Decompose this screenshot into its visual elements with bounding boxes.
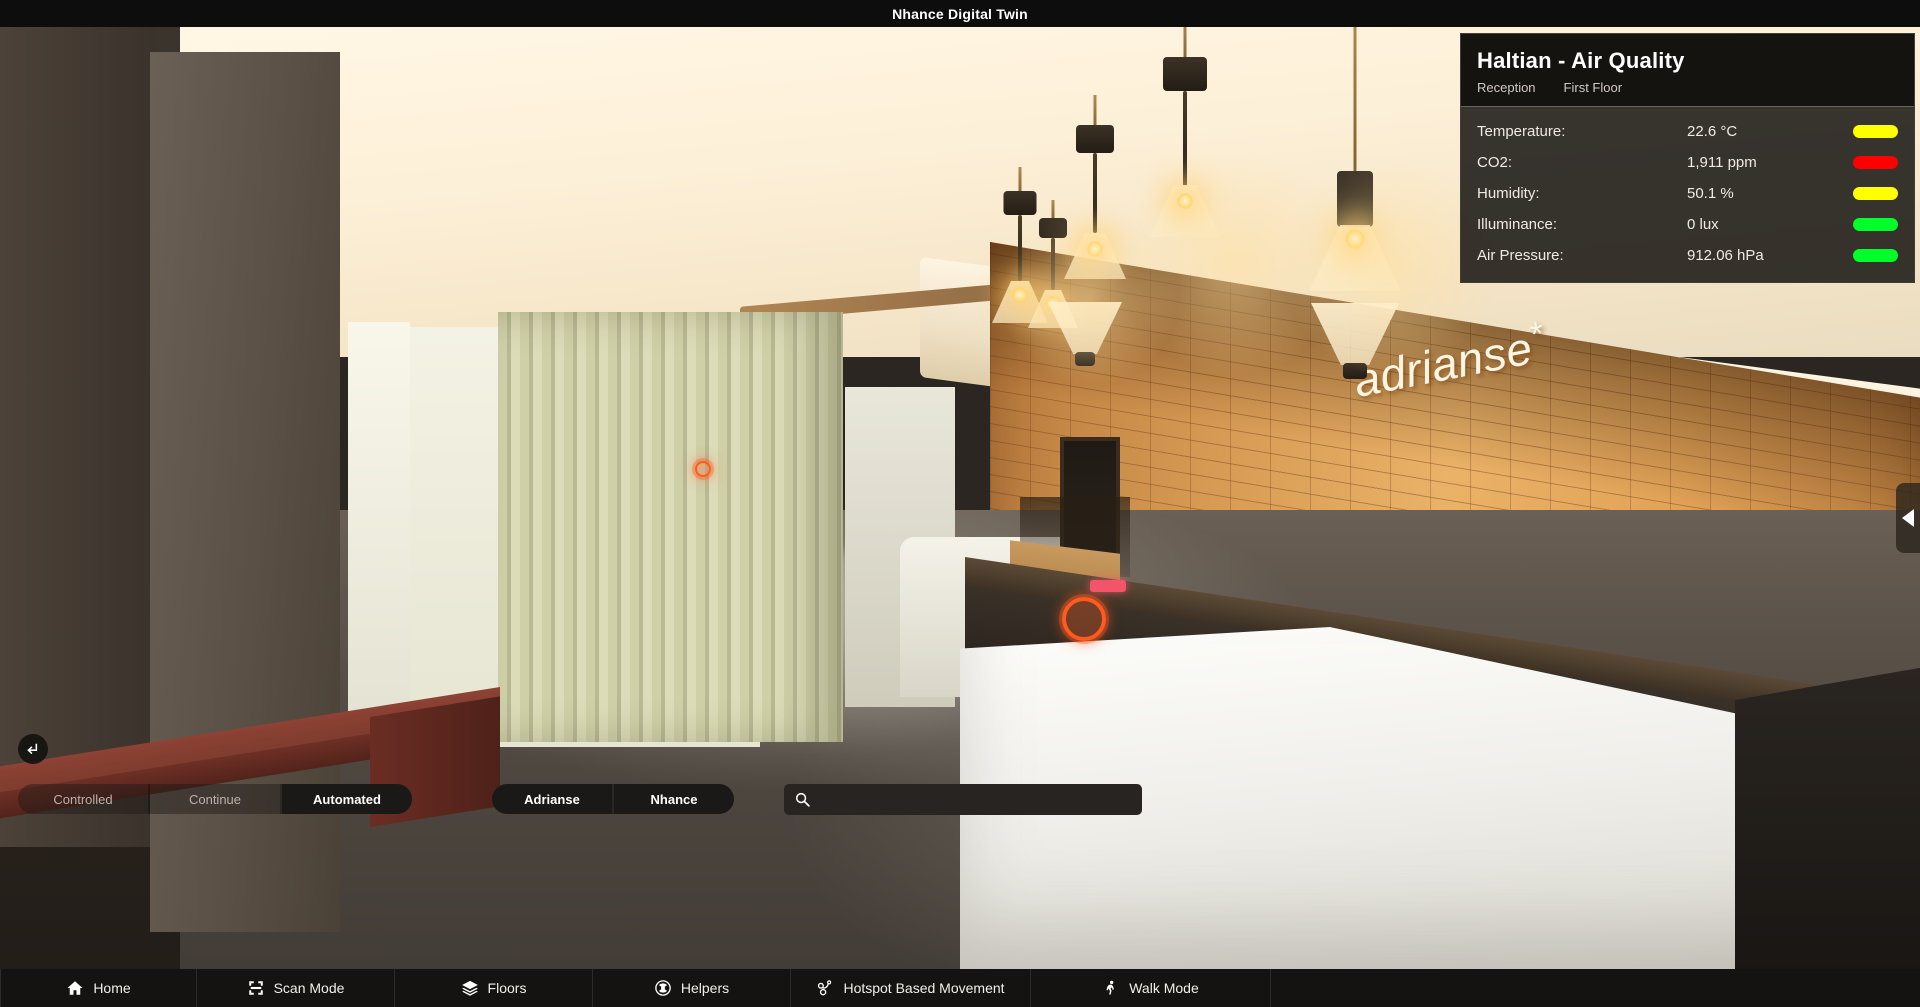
hotspot-tag-reception[interactable]: [1090, 580, 1126, 592]
home-icon: [66, 979, 84, 997]
status-badge: [1853, 218, 1898, 231]
status-badge: [1853, 249, 1898, 262]
helpers-icon: [654, 979, 672, 997]
sensor-value: 22.6 °C: [1687, 123, 1738, 140]
sensor-label: CO2:: [1477, 154, 1513, 171]
toolbar-empty-space: [1271, 969, 1920, 1007]
sensor-info-panel-header: Haltian - Air Quality Reception First Fl…: [1461, 34, 1914, 107]
chevron-left-icon: [1902, 509, 1914, 527]
layers-icon: [461, 979, 479, 997]
segment-button-nhance[interactable]: Nhance: [614, 784, 734, 814]
sensor-value: 912.06 hPa: [1687, 247, 1764, 264]
panel-collapse-handle[interactable]: [1896, 483, 1920, 553]
nav-item-helpers[interactable]: Helpers: [593, 969, 791, 1007]
segment-button-adrianse[interactable]: Adrianse: [492, 784, 612, 814]
segment-button-automated[interactable]: Automated: [282, 784, 412, 814]
window-title-bar: Nhance Digital Twin: [0, 0, 1920, 27]
segment-button-continue[interactable]: Continue: [150, 784, 280, 814]
nav-item-walk-mode[interactable]: Walk Mode: [1031, 969, 1271, 1007]
scene-curtain: [498, 312, 843, 742]
sensor-reading-row: Illuminance: 0 lux: [1461, 209, 1914, 240]
pendant-lamp-5: [1300, 27, 1410, 307]
sensor-value: 0 lux: [1687, 216, 1719, 233]
window-title: Nhance Digital Twin: [892, 5, 1028, 22]
brand-segmented-control[interactable]: Adrianse Nhance: [492, 784, 734, 814]
status-badge: [1853, 187, 1898, 200]
bottom-toolbar: Home Scan Mode Floors Helpers Hotspot Based …: [0, 969, 1920, 1007]
nav-item-home[interactable]: Home: [0, 969, 197, 1007]
hotspot-icon: [816, 979, 834, 997]
sensor-panel-breadcrumb: Reception First Floor: [1477, 80, 1898, 95]
sensor-reading-row: CO2: 1,911 ppm: [1461, 147, 1914, 178]
segment-button-controlled[interactable]: Controlled: [18, 784, 148, 814]
nav-item-floors[interactable]: Floors: [395, 969, 593, 1007]
nav-item-label: Home: [93, 980, 131, 996]
mode-segmented-control[interactable]: Controlled Continue Automated: [18, 784, 412, 814]
status-badge: [1853, 125, 1898, 138]
sensor-reading-row: Air Pressure: 912.06 hPa: [1461, 240, 1914, 271]
nav-item-label: Helpers: [680, 980, 730, 996]
search-icon: [795, 792, 810, 807]
scan-icon: [247, 979, 265, 997]
sensor-info-panel: Haltian - Air Quality Reception First Fl…: [1460, 33, 1915, 283]
sensor-value: 1,911 ppm: [1687, 154, 1757, 171]
hotspot-marker-reception[interactable]: [1062, 597, 1106, 641]
breadcrumb-floor: First Floor: [1563, 80, 1623, 95]
pendant-lamp-1: [1145, 27, 1225, 297]
sensor-panel-title: Haltian - Air Quality: [1477, 48, 1685, 73]
nav-item-scan-mode[interactable]: Scan Mode: [197, 969, 395, 1007]
pendant-lamp-7: [1040, 282, 1130, 462]
pendant-lamp-6: [1300, 277, 1410, 447]
nav-item-label: Walk Mode: [1129, 980, 1199, 996]
search-bar[interactable]: [784, 784, 1142, 815]
sensor-reading-row: Humidity: 50.1 %: [1461, 178, 1914, 209]
sensor-label: Humidity:: [1477, 185, 1540, 202]
sensor-label: Air Pressure:: [1477, 247, 1564, 264]
nav-item-label: Scan Mode: [273, 980, 345, 996]
walk-icon: [1102, 979, 1120, 997]
scene-window-left: [348, 322, 410, 742]
digital-twin-app: Nhance Digital Twin adrianse* Haltian - …: [0, 0, 1920, 1007]
sensor-value: 50.1 %: [1687, 185, 1734, 202]
sensor-label: Temperature:: [1477, 123, 1566, 140]
undo-icon: [26, 743, 37, 754]
sensor-readings-list: Temperature: 22.6 °C CO2: 1,911 ppm Humidity…: [1461, 107, 1914, 282]
nav-item-label: Floors: [487, 980, 527, 996]
search-input[interactable]: [819, 792, 1132, 807]
scene-left-column-inner: [0, 27, 155, 847]
breadcrumb-room: Reception: [1477, 80, 1536, 95]
sensor-label: Illuminance:: [1477, 216, 1558, 233]
hotspot-marker-meeting-room[interactable]: [695, 461, 711, 477]
scene-counter-cabinet: [1735, 667, 1920, 980]
nav-item-label: Hotspot Based Movement: [843, 980, 1005, 996]
nav-item-hotspot-based-movement[interactable]: Hotspot Based Movement: [791, 969, 1031, 1007]
undo-button[interactable]: [18, 734, 48, 764]
sensor-reading-row: Temperature: 22.6 °C: [1461, 116, 1914, 147]
status-badge: [1853, 156, 1898, 169]
